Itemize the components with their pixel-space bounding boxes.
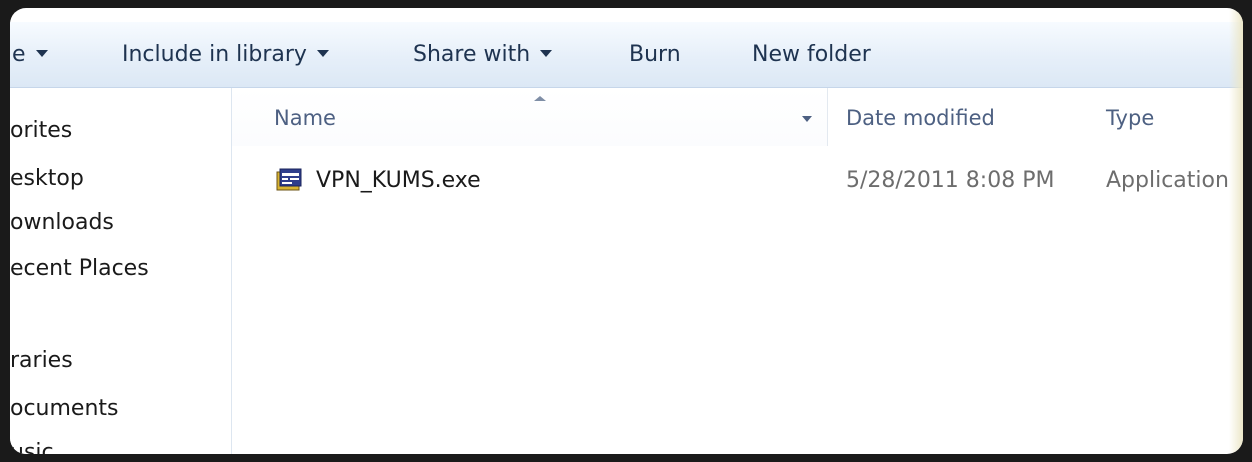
sort-ascending-icon [534,96,546,101]
column-header-row: Name Date modified Type [232,88,1243,146]
new-folder-label: New folder [752,42,871,67]
nav-item-music[interactable]: usic [10,440,54,454]
burn-label: Burn [629,42,681,67]
chevron-down-icon [540,49,553,57]
file-type: Application [1106,168,1229,193]
column-header-date-modified[interactable]: Date modified [846,106,995,130]
include-in-library-button[interactable]: Include in library [122,22,329,88]
file-date-modified: 5/28/2011 8:08 PM [846,168,1055,193]
column-header-type[interactable]: Type [1106,106,1154,130]
new-folder-button[interactable]: New folder [752,22,871,88]
exe-application-icon [276,168,302,191]
screenshot-frame: e Include in library Share with Burn New… [0,0,1252,462]
nav-item-recent-places[interactable]: ecent Places [10,256,149,281]
share-with-label: Share with [413,42,531,67]
chevron-down-icon [35,49,48,57]
explorer-window: e Include in library Share with Burn New… [10,8,1243,454]
nav-item-documents[interactable]: ocuments [10,396,119,421]
file-name: VPN_KUMS.exe [316,168,481,193]
file-list-row[interactable]: VPN_KUMS.exe 5/28/2011 8:08 PM Applicati… [232,158,1243,208]
column-filter-dropdown-icon[interactable] [802,116,812,122]
column-header-name-label: Name [274,106,336,130]
share-with-button[interactable]: Share with [413,22,553,88]
nav-item-favorites[interactable]: orites [10,118,72,143]
chevron-down-icon [316,49,329,57]
window-edge [1229,8,1243,454]
include-in-library-label: Include in library [122,42,307,67]
organize-menu-button[interactable]: e [12,22,48,88]
nav-item-downloads[interactable]: ownloads [10,210,114,235]
nav-item-desktop[interactable]: esktop [10,166,84,191]
burn-button[interactable]: Burn [629,22,681,88]
column-header-name[interactable]: Name [232,88,828,146]
navigation-pane: orites esktop ownloads ecent Places rari… [10,88,232,454]
command-bar: e Include in library Share with Burn New… [10,22,1243,88]
nav-item-libraries[interactable]: raries [10,348,73,373]
organize-menu-label: e [12,42,26,67]
